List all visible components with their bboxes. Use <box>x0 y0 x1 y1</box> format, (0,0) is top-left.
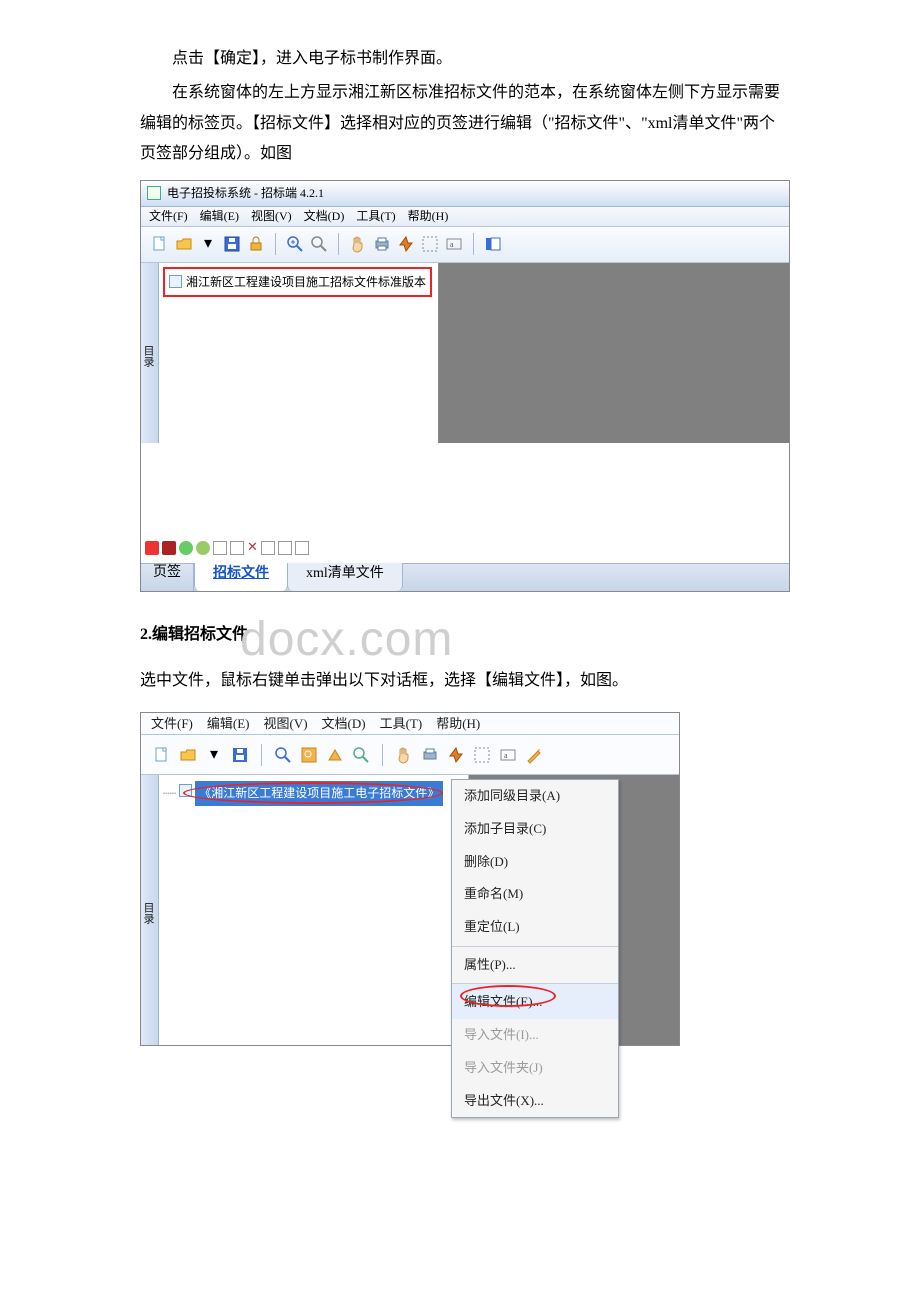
fit-icon[interactable] <box>421 746 439 764</box>
stamp-icon[interactable] <box>397 235 415 253</box>
text-select-icon[interactable]: a <box>445 235 463 253</box>
menu-bar-2[interactable]: 文件(F) 编辑(E) 视图(V) 文档(D) 工具(T) 帮助(H) <box>141 713 679 735</box>
hand-icon[interactable] <box>395 746 413 764</box>
open-folder-icon[interactable] <box>175 235 193 253</box>
bottom-panel: ✕ <box>141 443 789 563</box>
title-bar: 电子招投标系统 - 招标端 4.2.1 <box>141 181 789 207</box>
zoom-in-icon[interactable] <box>274 746 292 764</box>
tree-node-selected[interactable]: 《湘江新区工程建设项目施工电子招标文件》 <box>195 781 443 806</box>
find-icon[interactable] <box>352 746 370 764</box>
dropdown-icon[interactable]: ▾ <box>199 235 217 253</box>
menu-file[interactable]: 文件(F) <box>151 712 193 737</box>
menu-help[interactable]: 帮助(H) <box>436 712 480 737</box>
new-folder-icon[interactable] <box>230 541 244 555</box>
figure-2: 文件(F) 编辑(E) 视图(V) 文档(D) 工具(T) 帮助(H) ▾ a … <box>140 712 680 1046</box>
stamp-icon[interactable] <box>447 746 465 764</box>
paragraph-3: 选中文件，鼠标右键单击弹出以下对话框，选择【编辑文件】，如图。 <box>140 666 780 696</box>
toolbar-2: ▾ a <box>141 735 679 775</box>
zoom-out-icon[interactable] <box>310 235 328 253</box>
toolbar-separator <box>261 744 262 766</box>
menu-help[interactable]: 帮助(H) <box>408 205 449 228</box>
menu-edit[interactable]: 编辑(E) <box>207 712 250 737</box>
svg-text:a: a <box>504 751 508 760</box>
tree-pane: 湘江新区工程建设项目施工招标文件标准版本 <box>159 263 439 443</box>
tab-strip: 页签 招标文件 xml清单文件 <box>141 563 789 591</box>
ctx-export-file[interactable]: 导出文件(X)... <box>452 1085 618 1118</box>
ctx-add-child[interactable]: 添加子目录(C) <box>452 813 618 846</box>
annotation-highlight-box: 湘江新区工程建设项目施工招标文件标准版本 <box>163 267 432 298</box>
ctx-add-sibling[interactable]: 添加同级目录(A) <box>452 780 618 813</box>
select-icon[interactable] <box>473 746 491 764</box>
wand-icon[interactable] <box>525 746 543 764</box>
save-icon[interactable] <box>231 746 249 764</box>
delete-x-icon[interactable]: ✕ <box>247 535 258 560</box>
zoom-in-icon[interactable] <box>286 235 304 253</box>
ctx-delete[interactable]: 删除(D) <box>452 846 618 879</box>
sidebar-toggle-icon[interactable] <box>484 235 502 253</box>
expand-icon[interactable] <box>295 541 309 555</box>
ctx-relocate[interactable]: 重定位(L) <box>452 911 618 944</box>
hand-icon[interactable] <box>349 235 367 253</box>
select-icon[interactable] <box>421 235 439 253</box>
down-icon[interactable] <box>196 541 210 555</box>
sidebar-strip-label-2[interactable]: 目录 <box>141 775 159 1045</box>
context-menu: 添加同级目录(A) 添加子目录(C) 删除(D) 重命名(M) 重定位(L) 属… <box>451 779 619 1118</box>
toolbar: ▾ a <box>141 227 789 263</box>
refresh-icon[interactable] <box>278 541 292 555</box>
ctx-edit-file[interactable]: 编辑文件(E)... <box>452 983 618 1019</box>
new-page-icon[interactable] <box>153 746 171 764</box>
toolbar-separator <box>382 744 383 766</box>
sidebar-strip-label[interactable]: 目录 <box>141 263 159 443</box>
up-icon[interactable] <box>179 541 193 555</box>
svg-text:a: a <box>450 240 454 249</box>
toolbar-separator <box>275 233 276 255</box>
ctx-import-file: 导入文件(I)... <box>452 1019 618 1052</box>
zoom-sel-icon[interactable] <box>300 746 318 764</box>
menu-file[interactable]: 文件(F) <box>149 205 188 228</box>
menu-document[interactable]: 文档(D) <box>304 205 345 228</box>
ctx-edit-file-label: 编辑文件(E)... <box>464 994 542 1009</box>
tree-pane-2: ┄┄ 《湘江新区工程建设项目施工电子招标文件》 <box>159 775 469 1045</box>
text-select-icon[interactable]: a <box>499 746 517 764</box>
print-icon[interactable] <box>373 235 391 253</box>
menu-document[interactable]: 文档(D) <box>322 712 366 737</box>
bottom-toolbar: ✕ <box>141 538 789 558</box>
sort-icon[interactable] <box>213 541 227 555</box>
app-window-icon <box>147 186 161 200</box>
window-title: 电子招投标系统 - 招标端 4.2.1 <box>167 182 324 205</box>
menu-view[interactable]: 视图(V) <box>264 712 308 737</box>
open-folder-icon[interactable] <box>179 746 197 764</box>
menu-bar[interactable]: 文件(F) 编辑(E) 视图(V) 文档(D) 工具(T) 帮助(H) <box>141 207 789 227</box>
save-icon[interactable] <box>223 235 241 253</box>
add-icon[interactable] <box>145 541 159 555</box>
menu-view[interactable]: 视图(V) <box>251 205 292 228</box>
paragraph-1: 点击【确定】，进入电子标书制作界面。 <box>140 44 780 74</box>
toolbar-separator <box>338 233 339 255</box>
menu-edit[interactable]: 编辑(E) <box>200 205 239 228</box>
rename-icon[interactable] <box>261 541 275 555</box>
print-icon[interactable] <box>326 746 344 764</box>
new-page-icon[interactable] <box>151 235 169 253</box>
menu-tools[interactable]: 工具(T) <box>380 712 423 737</box>
document-viewport <box>439 263 789 443</box>
ctx-import-folder: 导入文件夹(J) <box>452 1052 618 1085</box>
figure-1: 电子招投标系统 - 招标端 4.2.1 文件(F) 编辑(E) 视图(V) 文档… <box>140 180 790 592</box>
tree-node-label[interactable]: 湘江新区工程建设项目施工招标文件标准版本 <box>186 271 426 294</box>
ctx-rename[interactable]: 重命名(M) <box>452 878 618 911</box>
menu-tools[interactable]: 工具(T) <box>356 205 395 228</box>
document-node-icon <box>169 275 182 288</box>
toolbar-separator <box>473 233 474 255</box>
document-node-icon <box>179 784 192 797</box>
lock-icon[interactable] <box>247 235 265 253</box>
heading-2: 2.编辑招标文件 <box>140 620 780 650</box>
remove-icon[interactable] <box>162 541 176 555</box>
paragraph-2: 在系统窗体的左上方显示湘江新区标准招标文件的范本，在系统窗体左侧下方显示需要编辑… <box>140 78 780 169</box>
ctx-properties[interactable]: 属性(P)... <box>452 946 618 982</box>
dropdown-icon[interactable]: ▾ <box>205 746 223 764</box>
